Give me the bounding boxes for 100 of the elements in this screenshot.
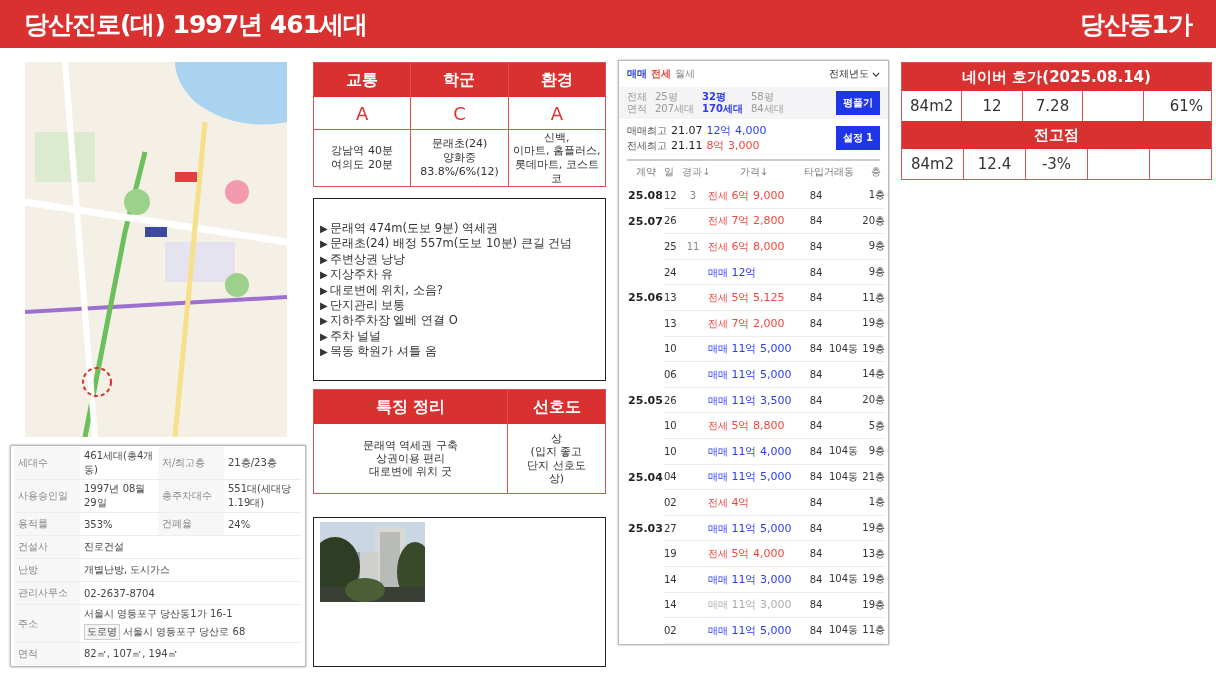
day-cell-text: 10 [664,420,678,432]
building-cell: 104동 [828,573,858,585]
info-value: 서울시 영등포구 당산로 68 [123,625,246,639]
table-cell: -3% [1026,149,1088,179]
month-cell: 25.05 [628,393,663,407]
info-value: 개별난방, 도시가스 [84,563,172,577]
area-cell: 84 [808,599,824,611]
bullet-icon: ▶ [320,313,328,329]
elapsed-cell: 11 [686,241,700,252]
info-value: 1997년 08월 29일 [84,482,147,510]
high-price: 12억 4,000 [706,123,767,138]
bullet-icon: ▶ [320,267,328,283]
info-label: 주소 [14,605,80,642]
column-header[interactable]: 층 [854,165,881,179]
day-cell-text: 14 [664,573,678,585]
info-label: 총주차대수 [158,480,224,512]
day-cell-text: 26 [664,215,678,227]
floor-cell-text: 9층 [867,265,885,280]
note-text: 주변상권 낭낭 [329,251,406,268]
floor-cell-text: 5층 [867,418,885,433]
grade-header: 교통 [314,63,411,97]
price-cell-text: 매매 11억 3,500 [707,392,793,408]
day-cell-text: 24 [664,266,678,278]
bullet-icon: ▶ [320,282,328,299]
area-label: 면적 [627,103,647,115]
trade-type-tab[interactable]: 전세 [651,67,671,81]
info-value: 21층/23층 [228,456,278,470]
day-cell-text: 10 [664,343,678,355]
info-label: 난방 [14,559,80,581]
chevron-down-icon [872,71,880,77]
preference-text: 상 (입지 좋고 단지 선호도 상) [526,431,587,487]
floor-cell-text: 13층 [861,546,885,561]
grade-value: A [314,97,411,130]
road-name-badge: 도로명 [84,624,120,640]
day-cell-text: 13 [664,292,678,304]
note-text: 목동 학원가 셔틀 옴 [329,344,437,360]
column-header[interactable]: 계약 [627,165,664,179]
building-cell: 104동 [828,624,858,636]
region-title: 당산동1가 [1079,8,1192,41]
info-label: 면적 [14,643,80,665]
preference-header: 선호도 [508,390,605,424]
area-cell: 84 [808,292,824,304]
price-cell-text: 전세 4억 [707,494,751,510]
price-cell-text: 전세 5억 4,000 [707,546,786,562]
table-header: 전고점 [902,121,1211,149]
grade-detail: 문래초(24) 양화중 83.8%/6%(12) [419,136,500,180]
year-dropdown[interactable]: 전체년도 [829,67,880,81]
high-date: 21.11 [671,139,703,152]
feature-text: 문래역 역세권 구축 상권이용 편리 대로변에 위치 굿 [362,437,459,481]
day-cell-text: 19 [664,548,678,560]
price-cell-text: 매매 11억 5,000 [707,622,793,638]
table-cell: 12.4 [964,149,1026,179]
high-label: 전세최고 [627,139,667,153]
building-cell: 104동 [828,445,858,457]
day-cell-text: 10 [664,445,678,457]
area-cell: 84 [808,548,824,560]
day-cell-text: 14 [664,599,678,611]
area-option[interactable]: 32평 170세대 [702,91,743,115]
price-cell-text: 전세 6억 9,000 [707,187,786,203]
floor-cell-text: 20층 [861,393,885,408]
info-label: 용적률 [14,513,80,535]
price-cell-text: 매매 11억 4,000 [707,443,793,459]
bullet-icon: ▶ [320,328,328,345]
high-date: 21.07 [671,124,703,137]
note-text: 지상주차 유 [329,267,394,283]
high-label: 매매최고 [627,124,667,138]
price-cell-text: 전세 6억 8,000 [707,239,786,254]
building-cell: 104동 [828,342,858,354]
month-cell: 25.06 [628,291,663,305]
settings-button[interactable]: 설정 1 [835,126,880,150]
area-cell: 84 [808,624,824,636]
info-value: 461세대(총4개동) [84,449,154,477]
day-cell-text: 06 [664,368,678,380]
area-option[interactable]: 25평 207세대 [655,91,695,115]
price-cell-text: 매매 12억 [707,264,758,280]
unfold-button[interactable]: 평풀기 [836,91,880,115]
bullet-icon: ▶ [320,236,328,252]
table-header: 네이버 호가(2025.08.14) [902,63,1211,91]
floor-cell-text: 21층 [861,469,885,484]
info-label: 세대수 [14,447,80,479]
area-label: 전체 [627,91,647,103]
trade-type-tab[interactable]: 월세 [675,67,695,81]
info-value: 82㎡, 107㎡, 194㎡ [84,647,179,661]
grade-detail: 강남역 40분 여의도 20분 [330,143,394,173]
table-cell-text: 61% [1168,96,1205,117]
price-cell-text: 매매 11억 3,000 [707,571,793,587]
area-option[interactable]: 58평 84세대 [750,91,784,115]
grade-detail: 신백, 이마트, 홈플러스, 롯데마트, 코스트코 [512,130,602,186]
month-cell: 25.04 [628,470,663,484]
column-header[interactable]: 일 [664,165,682,179]
info-value: 02-2637-8704 [84,587,156,599]
note-text: 주차 널널 [329,328,382,345]
area-cell: 84 [808,317,824,329]
area-cell: 84 [808,471,824,483]
grade-value: C [411,97,508,130]
trade-type-tab[interactable]: 매매 [627,67,647,81]
floor-cell-text: 1층 [867,495,885,510]
info-value: 551대(세대당 1.19대) [228,482,292,510]
price-cell-text: 전세 7억 2,800 [707,213,786,229]
grade-header: 학군 [411,63,508,97]
